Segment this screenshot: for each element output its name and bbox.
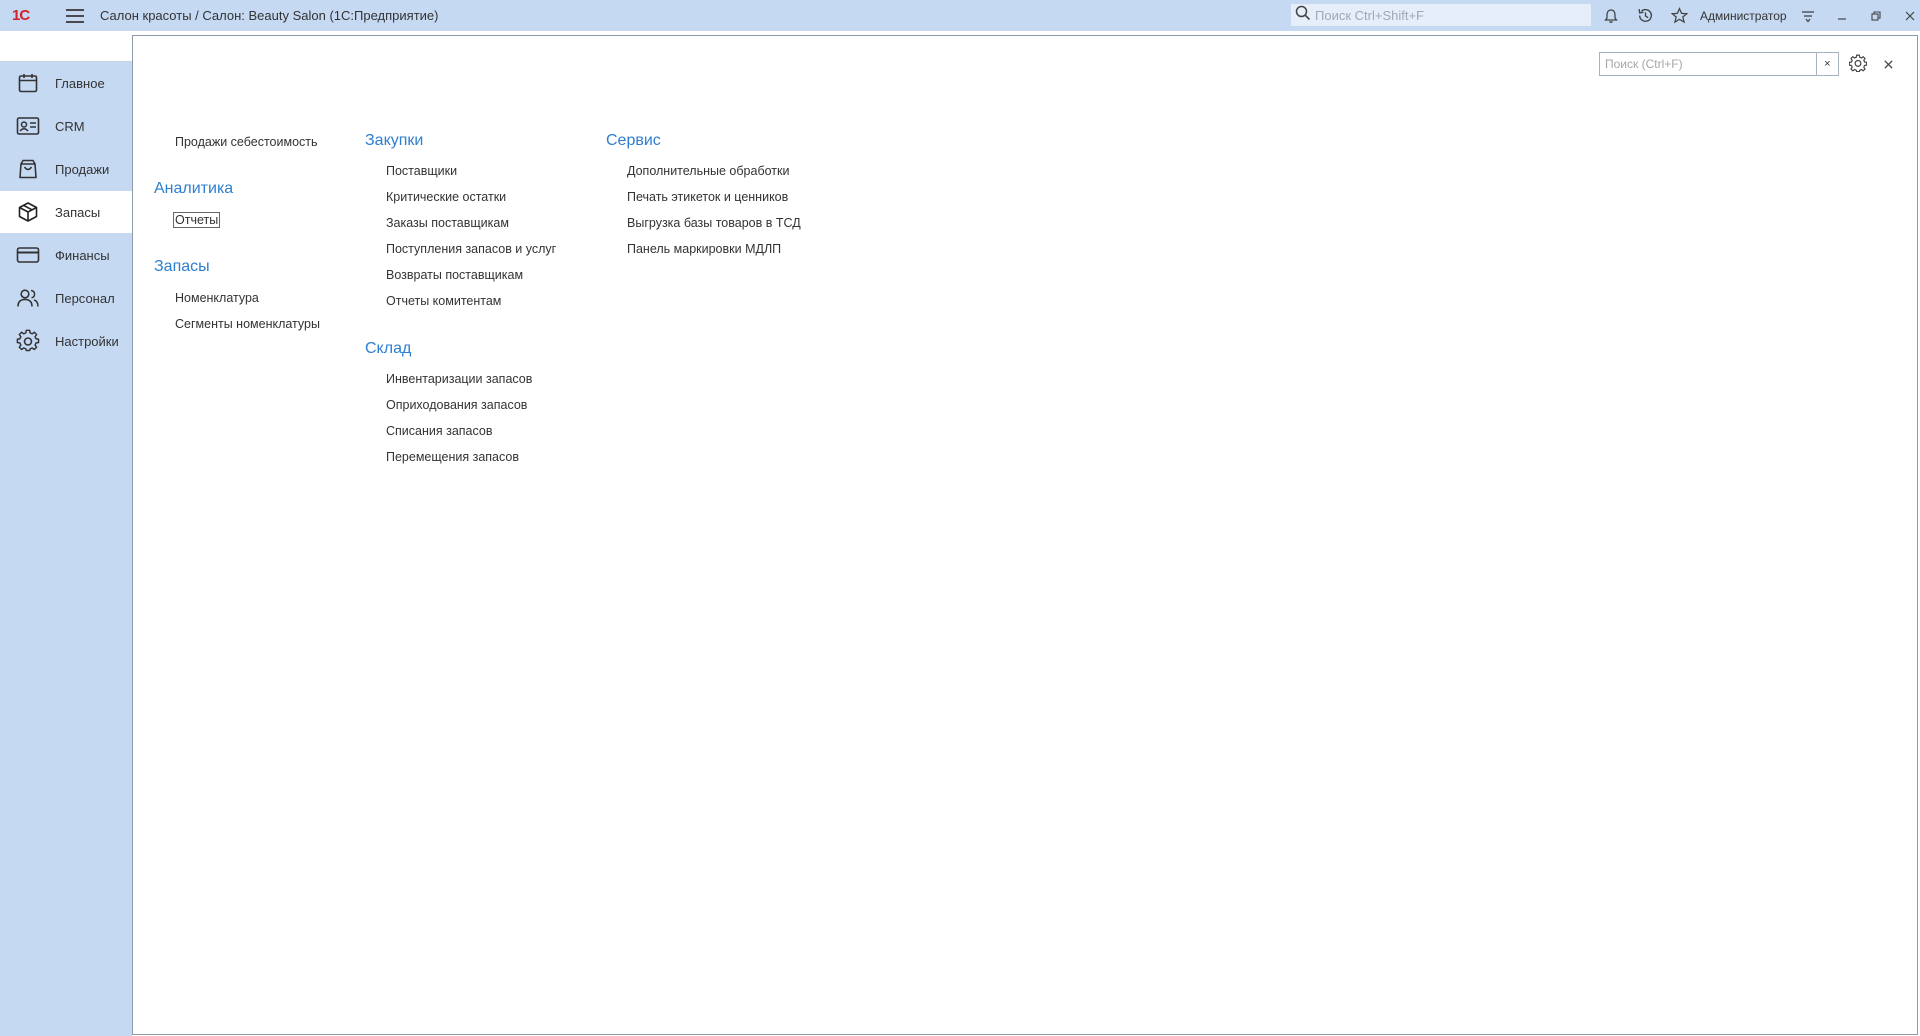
panel-search-box[interactable]: × bbox=[1599, 52, 1839, 76]
star-icon[interactable] bbox=[1668, 5, 1690, 27]
link-critical-stock[interactable]: Критические остатки bbox=[386, 190, 506, 204]
search-icon bbox=[1295, 5, 1311, 26]
global-search-box[interactable] bbox=[1290, 3, 1592, 27]
main-menu-button[interactable] bbox=[66, 8, 84, 23]
link-nomenclature[interactable]: Номенклатура bbox=[175, 291, 259, 305]
close-panel-icon[interactable] bbox=[1878, 54, 1898, 74]
section-panel: × Продажи себестоимость Аналитика Отчеты… bbox=[132, 35, 1918, 1035]
settings-menu-icon[interactable] bbox=[1797, 5, 1819, 27]
group-title-inventory: Запасы bbox=[154, 258, 210, 275]
toolbar-right: Администратор bbox=[1600, 0, 1920, 31]
link-suppliers[interactable]: Поставщики bbox=[386, 164, 457, 178]
panel-settings-icon[interactable] bbox=[1848, 54, 1869, 74]
group-title-service: Сервис bbox=[606, 132, 661, 149]
link-consignor-reports[interactable]: Отчеты комитентам bbox=[386, 294, 501, 308]
sidebar-item-sales[interactable]: Продажи bbox=[0, 148, 132, 190]
panel-header-strip bbox=[0, 31, 133, 62]
calendar-icon bbox=[16, 71, 40, 95]
link-sales-cost[interactable]: Продажи себестоимость bbox=[175, 135, 318, 149]
title-bar: 1С Салон красоты / Салон: Beauty Salon (… bbox=[0, 0, 1920, 31]
link-additional-processing[interactable]: Дополнительные обработки bbox=[627, 164, 789, 178]
link-export-tsd[interactable]: Выгрузка базы товаров в ТСД bbox=[627, 216, 801, 230]
sidebar-item-finance[interactable]: Финансы bbox=[0, 234, 132, 276]
group-title-analytics: Аналитика bbox=[154, 180, 234, 197]
sidebar-item-label: Персонал bbox=[55, 290, 115, 306]
box-icon bbox=[16, 200, 40, 224]
link-supplier-orders[interactable]: Заказы поставщикам bbox=[386, 216, 509, 230]
window-title: Салон красоты / Салон: Beauty Salon (1С:… bbox=[100, 8, 439, 23]
app-logo: 1С bbox=[12, 7, 30, 24]
people-icon bbox=[16, 286, 40, 310]
sidebar-item-label: CRM bbox=[55, 118, 85, 134]
history-icon[interactable] bbox=[1634, 5, 1656, 27]
panel-search-input[interactable] bbox=[1603, 53, 1816, 75]
sidebar-item-label: Продажи bbox=[55, 161, 110, 177]
bell-icon[interactable] bbox=[1600, 5, 1622, 27]
sidebar-item-personnel[interactable]: Персонал bbox=[0, 277, 132, 319]
link-reports[interactable]: Отчеты bbox=[172, 212, 221, 228]
sidebar-item-label: Финансы bbox=[55, 247, 110, 263]
link-nomenclature-segments[interactable]: Сегменты номенклатуры bbox=[175, 317, 320, 331]
sidebar-item-main[interactable]: Главное bbox=[0, 62, 132, 104]
link-receipts[interactable]: Поступления запасов и услуг bbox=[386, 242, 556, 256]
link-print-labels[interactable]: Печать этикеток и ценников bbox=[627, 190, 788, 204]
gear-icon bbox=[16, 329, 40, 353]
sidebar-item-label: Настройки bbox=[55, 333, 119, 349]
sidebar-item-settings[interactable]: Настройки bbox=[0, 320, 132, 362]
contact-card-icon bbox=[16, 114, 40, 138]
link-mdlp-panel[interactable]: Панель маркировки МДЛП bbox=[627, 242, 781, 256]
link-stock-receipts[interactable]: Оприходования запасов bbox=[386, 398, 527, 412]
credit-card-icon bbox=[16, 243, 40, 267]
group-title-warehouse: Склад bbox=[365, 340, 412, 357]
sidebar-item-label: Главное bbox=[55, 75, 105, 91]
global-search-input[interactable] bbox=[1313, 6, 1587, 24]
sidebar-item-inventory[interactable]: Запасы bbox=[0, 191, 132, 233]
user-name[interactable]: Администратор bbox=[1700, 9, 1787, 23]
link-write-offs[interactable]: Списания запасов bbox=[386, 424, 493, 438]
link-inventory-counts[interactable]: Инвентаризации запасов bbox=[386, 372, 532, 386]
link-supplier-returns[interactable]: Возвраты поставщикам bbox=[386, 268, 523, 282]
sidebar-item-crm[interactable]: CRM bbox=[0, 105, 132, 147]
link-transfers[interactable]: Перемещения запасов bbox=[386, 450, 519, 464]
sidebar-item-label: Запасы bbox=[55, 204, 101, 220]
group-title-purchases: Закупки bbox=[365, 132, 424, 149]
restore-icon[interactable] bbox=[1865, 5, 1887, 27]
shopping-bag-icon bbox=[16, 157, 40, 181]
sections-sidebar: Главное CRM Продажи Запасы Финансы Персо… bbox=[0, 62, 132, 1036]
close-window-icon[interactable] bbox=[1899, 5, 1920, 27]
minimize-icon[interactable] bbox=[1831, 5, 1853, 27]
clear-search-button[interactable]: × bbox=[1815, 53, 1838, 75]
